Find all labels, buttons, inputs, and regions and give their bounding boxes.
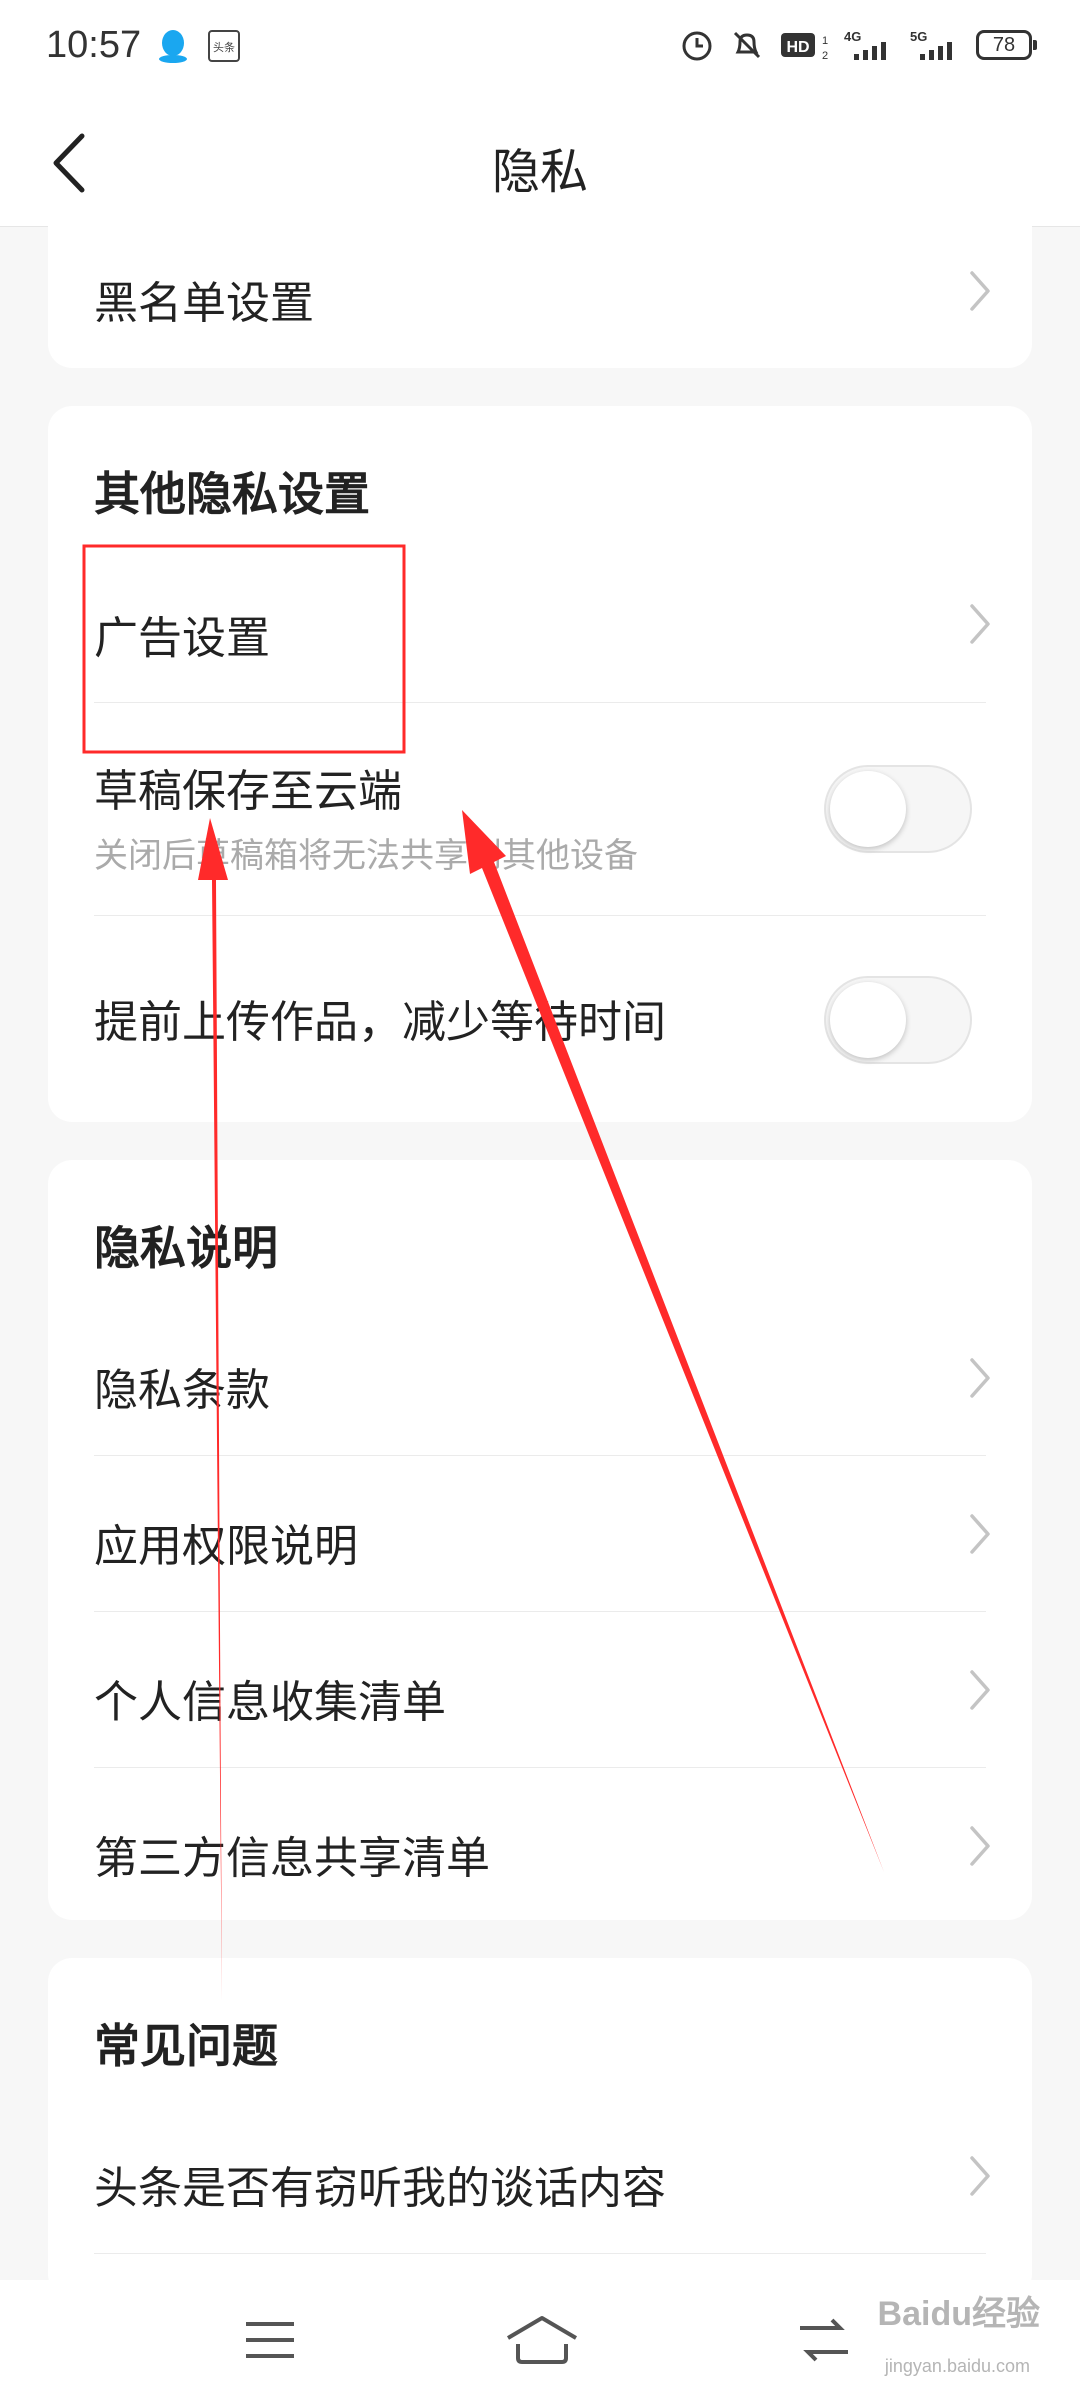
chevron-right-icon xyxy=(970,1514,990,1554)
row-label: 个人信息收集清单 xyxy=(94,1678,446,1727)
signal-4g-icon: 4G xyxy=(844,29,886,60)
row-label: 提前上传作品，减少等待时间 xyxy=(94,998,666,1047)
row-draft-cloud-save: 草稿保存至云端 关闭后草稿箱将无法共享到其他设备 xyxy=(48,703,1032,915)
row-label: 广告设置 xyxy=(94,614,270,663)
status-bar: 10:57 头条 HD 1 2 4G 5G 78 xyxy=(0,0,1080,96)
row-app-permissions[interactable]: 应用权限说明 xyxy=(48,1456,1032,1611)
card-privacy-explain: 隐私说明 隐私条款 应用权限说明 个人信息收集清单 第三方信息共享清单 xyxy=(48,1160,1032,1920)
chevron-right-icon xyxy=(970,1670,990,1710)
card-faq: 常见问题 头条是否有窃听我的谈话内容 xyxy=(48,1958,1032,2298)
row-third-party-sharing[interactable]: 第三方信息共享清单 xyxy=(48,1768,1032,1920)
divider xyxy=(94,2253,986,2254)
row-label: 应用权限说明 xyxy=(94,1522,358,1571)
toggle-knob xyxy=(830,982,906,1058)
alarm-icon xyxy=(682,31,712,61)
section-header: 隐私说明 xyxy=(94,1222,278,1274)
status-system-icons: HD 1 2 4G 5G 78 xyxy=(680,28,1037,62)
row-label: 第三方信息共享清单 xyxy=(94,1834,490,1883)
svg-text:HD: HD xyxy=(786,39,809,56)
preupload-toggle[interactable] xyxy=(824,976,972,1064)
chevron-right-icon xyxy=(970,271,990,311)
row-preupload-works: 提前上传作品，减少等待时间 xyxy=(48,916,1032,1122)
row-ad-settings[interactable]: 广告设置 xyxy=(48,546,1032,702)
section-header: 常见问题 xyxy=(94,2020,278,2072)
section-header: 其他隐私设置 xyxy=(94,468,370,520)
battery-icon: 78 xyxy=(976,30,1037,60)
home-icon[interactable] xyxy=(504,2312,580,2368)
row-label: 头条是否有窃听我的谈话内容 xyxy=(94,2164,666,2213)
svg-text:5G: 5G xyxy=(910,29,927,44)
chevron-right-icon xyxy=(970,2156,990,2196)
page-title: 隐私 xyxy=(491,146,588,199)
svg-text:1: 1 xyxy=(822,35,828,47)
chevron-right-icon xyxy=(970,1826,990,1866)
row-personal-info-list[interactable]: 个人信息收集清单 xyxy=(48,1612,1032,1767)
chevron-right-icon xyxy=(970,1358,990,1398)
row-label: 隐私条款 xyxy=(94,1366,270,1415)
hd-icon: HD 1 2 xyxy=(781,33,828,62)
row-faq-eavesdrop[interactable]: 头条是否有窃听我的谈话内容 xyxy=(48,2098,1032,2253)
status-time: 10:57 xyxy=(46,24,142,66)
row-blacklist-settings[interactable]: 黑名单设置 xyxy=(48,220,1032,360)
draft-cloud-toggle[interactable] xyxy=(824,765,972,853)
menu-icon[interactable] xyxy=(242,2312,298,2368)
status-notification-icons: 头条 xyxy=(156,28,240,64)
back-switch-icon[interactable] xyxy=(796,2312,852,2368)
toutiao-icon: 头条 xyxy=(208,30,240,62)
row-sublabel: 关闭后草稿箱将无法共享到其他设备 xyxy=(94,837,638,875)
signal-5g-icon: 5G xyxy=(910,29,952,60)
mute-icon xyxy=(733,31,761,59)
card-other-privacy: 其他隐私设置 广告设置 草稿保存至云端 关闭后草稿箱将无法共享到其他设备 提前上… xyxy=(48,406,1032,1122)
watermark-logo: Baidu经验 xyxy=(877,2295,1040,2333)
card-blacklist: 黑名单设置 xyxy=(48,200,1032,368)
qq-icon xyxy=(159,30,187,63)
toggle-knob xyxy=(830,771,906,847)
watermark-url: jingyan.baidu.com xyxy=(884,2356,1030,2376)
svg-text:2: 2 xyxy=(822,50,828,62)
row-label: 黑名单设置 xyxy=(94,279,314,328)
row-label: 草稿保存至云端 xyxy=(94,767,402,816)
row-privacy-terms[interactable]: 隐私条款 xyxy=(48,1300,1032,1455)
chevron-right-icon xyxy=(970,604,990,644)
svg-text:4G: 4G xyxy=(844,29,861,44)
